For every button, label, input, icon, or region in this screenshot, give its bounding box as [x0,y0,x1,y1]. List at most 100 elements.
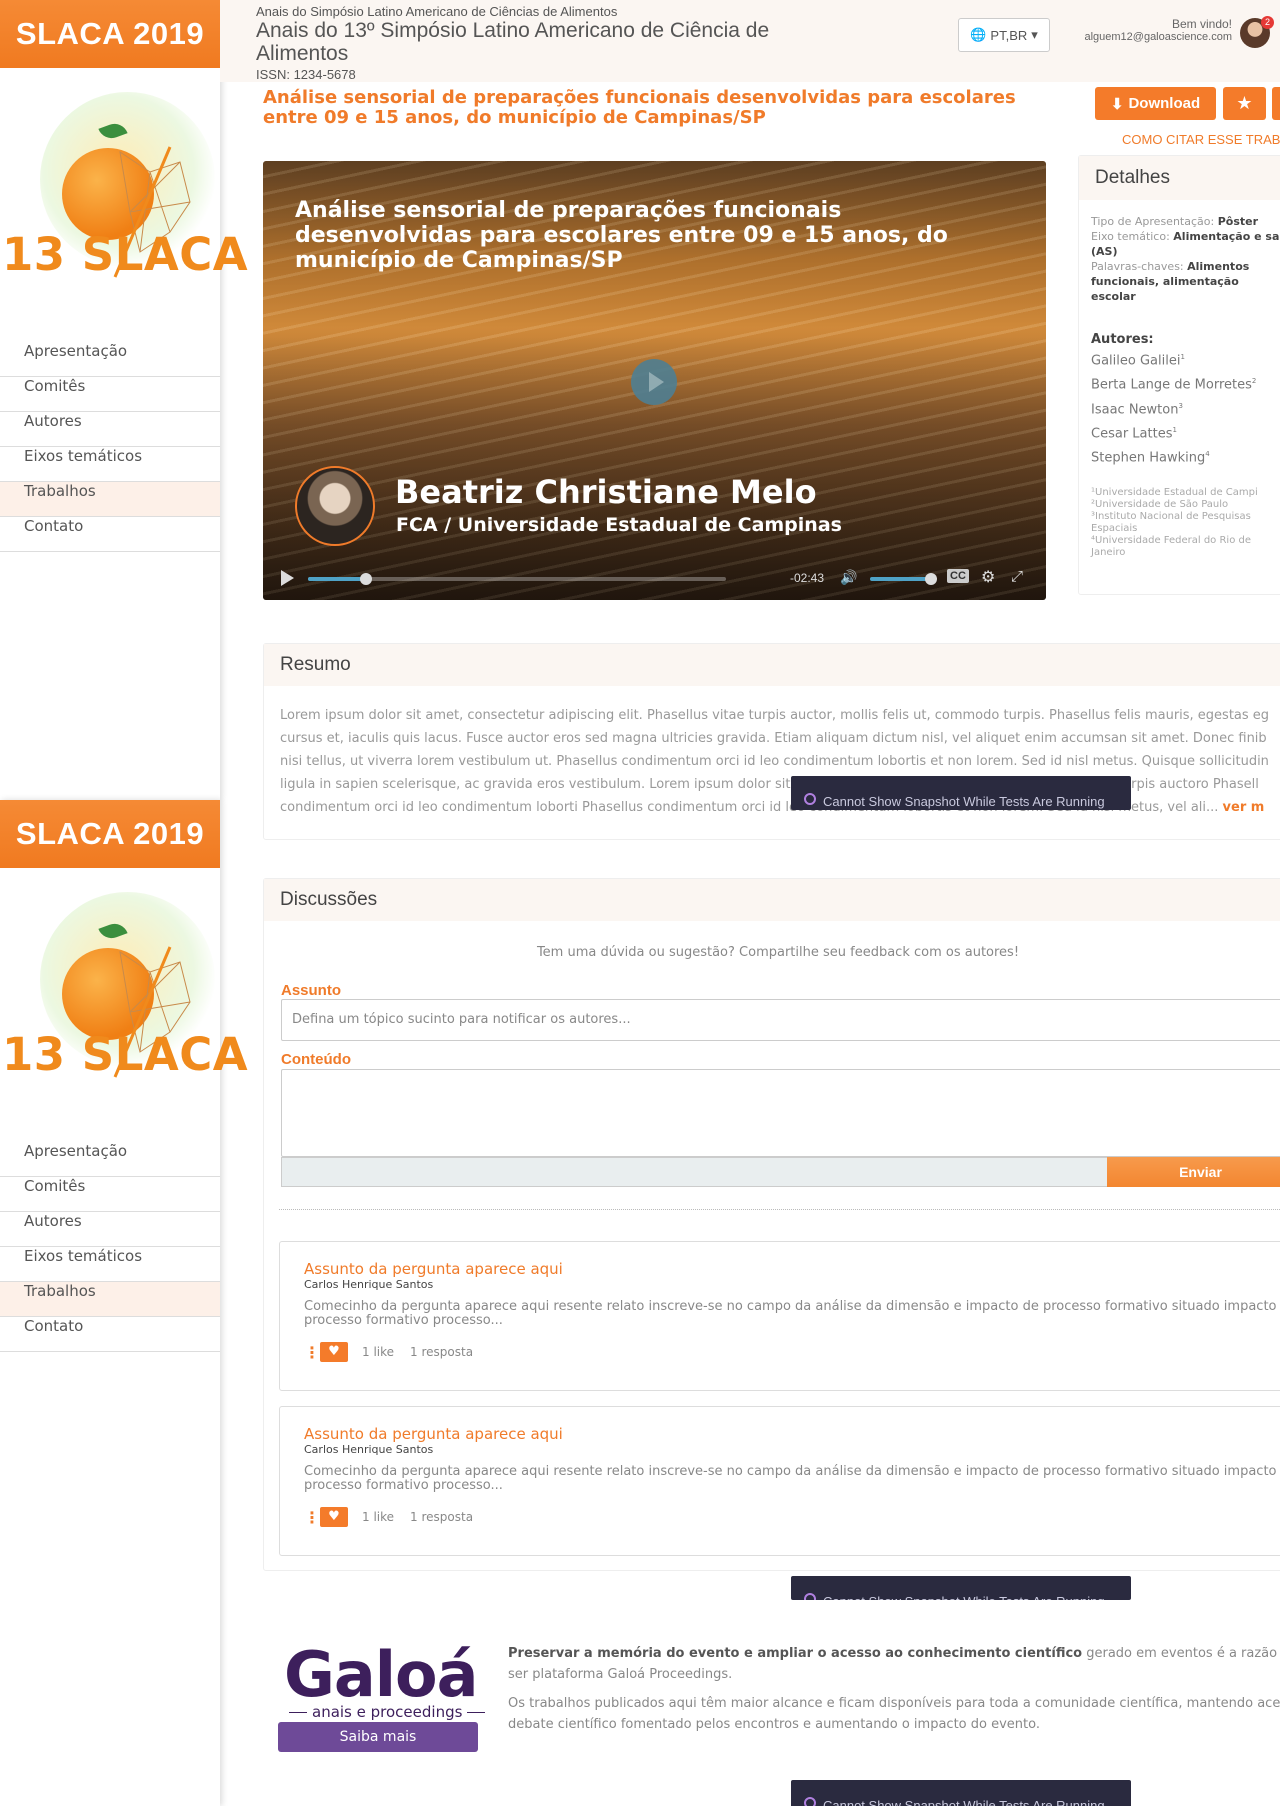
author-item[interactable]: Stephen Hawking4 [1091,444,1280,468]
play-icon[interactable] [281,570,294,586]
sidebar-item-contato[interactable]: Contato [0,517,220,552]
sidebar-event-label: SLACA 2019 [0,800,220,868]
sidebar-item-contato[interactable]: Contato [0,1317,220,1352]
notification-badge[interactable]: 2 [1261,16,1274,29]
sidebar-item-apresentacao[interactable]: Apresentação [0,342,220,377]
snapshot-notice: Cannot Show Snapshot While Tests Are Run… [791,776,1131,810]
question-title[interactable]: Assunto da pergunta aparece aqui [304,1425,563,1443]
abstract-heading: Resumo [264,644,1280,686]
subject-input[interactable]: Defina um tópico sucinto para notificar … [281,999,1280,1041]
content-textarea[interactable] [281,1069,1280,1157]
presentation-type-value: Pôster [1217,215,1259,228]
keywords-value: Alimentos [1187,260,1250,273]
sidebar-item-eixos[interactable]: Eixos temáticos [0,1247,220,1282]
sidebar-event-label: SLACA 2019 [0,0,220,68]
logo-text: 13 SLACA [2,228,249,281]
question-card[interactable]: Assunto da pergunta aparece aqui Carlos … [279,1241,1280,1391]
discussions-intro: Tem uma dúvida ou sugestão? Compartilhe … [536,945,1020,960]
footer-paragraph: Os trabalhos publicados aqui têm maior a… [508,1696,1280,1732]
author-name: Berta Lange de Morretes [1091,377,1252,393]
sidebar-item-comites[interactable]: Comitês [0,1177,220,1212]
author-ref: 3 [1178,401,1183,410]
captions-button[interactable]: CC [947,569,969,583]
question-title[interactable]: Assunto da pergunta aparece aqui [304,1260,563,1278]
volume-handle[interactable] [925,573,937,585]
video-player[interactable]: Análise sensorial de preparações funcion… [263,161,1046,600]
author-item[interactable]: Cesar Lattes1 [1091,420,1280,444]
details-body: Tipo de Apresentação: Pôster Eixo temáti… [1079,200,1280,559]
author-ref: 1 [1172,425,1177,434]
question-footer: ⋮ ♥ 1 like 1 resposta [304,1507,473,1527]
sidebar-item-comites[interactable]: Comitês [0,377,220,412]
volume-slider[interactable] [870,577,930,581]
proceedings-title[interactable]: Anais do 13º Simpósio Latino Americano d… [256,19,816,65]
question-card[interactable]: Assunto da pergunta aparece aqui Carlos … [279,1406,1280,1556]
abstract-line: cursus et, iaculis quis lacus. Fusce auc… [280,731,1267,746]
institution: ⁴Universidade Federal do Rio de [1091,534,1251,546]
heart-icon[interactable]: ♥ [320,1342,348,1362]
footer-highlight: Preservar a memória do evento e ampliar … [508,1646,1083,1661]
more-actions-button[interactable] [1272,87,1280,120]
cite-link[interactable]: COMO CITAR ESSE TRAB [1122,132,1280,147]
discussions-heading: Discussões [264,879,1280,921]
play-overlay-icon[interactable] [631,359,677,405]
snapshot-notice: Cannot Show Snapshot While Tests Are Run… [791,1576,1131,1600]
presentation-type: Tipo de Apresentação: Pôster [1091,214,1280,229]
seek-bar[interactable] [308,573,726,585]
sidebar-item-trabalhos[interactable]: Trabalhos [0,482,220,517]
sidebar-menu: Apresentação Comitês Autores Eixos temát… [0,342,220,552]
institution: ¹Universidade Estadual de Campi [1091,486,1258,498]
event-logo[interactable]: 13 SLACA [0,868,248,1104]
institution: Janeiro [1091,546,1126,558]
globe-icon: 🌐 [970,27,987,42]
sidebar-menu: Apresentação Comitês Autores Eixos temát… [0,1142,220,1352]
axis-value: Alimentação e sa [1173,230,1280,243]
sidebar-repeat: SLACA 2019 13 SLACA Apresentação Comitês… [0,800,248,1806]
star-icon: ★ [1236,93,1253,114]
send-button[interactable]: Enviar [1107,1157,1280,1187]
kebab-menu-icon[interactable]: ⋮ [304,1508,320,1527]
event-logo[interactable]: 13 SLACA [0,68,248,304]
like-count: 1 like [362,1345,395,1359]
author-item[interactable]: Berta Lange de Morretes2 [1091,371,1280,395]
author-name: Stephen Hawking [1091,450,1206,466]
gear-icon[interactable]: ⚙ [981,567,995,586]
seek-handle[interactable] [360,573,372,585]
axis-value-cont: (AS) [1091,245,1118,258]
fullscreen-icon[interactable]: ⤢ [1011,567,1023,585]
reply-count[interactable]: 1 resposta [410,1345,473,1359]
download-button[interactable]: ⬇ Download [1095,87,1216,120]
video-title: Análise sensorial de preparações funcion… [295,198,948,273]
volume-icon[interactable]: 🔊 [840,570,857,586]
institution: ³Instituto Nacional de Pesquisas [1091,510,1251,522]
heart-icon[interactable]: ♥ [320,1507,348,1527]
user-menu[interactable]: Bem vindo! alguem12@galoascience.com [1084,18,1232,44]
question-footer: ⋮ ♥ 1 like 1 resposta [304,1342,473,1362]
video-controls: -02:43 🔊 CC ⚙ ⤢ [263,556,1046,600]
presentation-type-label: Tipo de Apresentação: [1091,215,1215,228]
favorite-button[interactable]: ★ [1223,87,1266,120]
sidebar: SLACA 2019 13 SLACA Apresentação Comitês… [0,0,248,800]
reply-count[interactable]: 1 resposta [410,1510,473,1524]
saiba-mais-button[interactable]: Saiba mais [278,1722,478,1752]
speaker-affiliation: FCA / Universidade Estadual de Campinas [396,514,842,536]
logo-text: 13 SLACA [2,1028,249,1081]
welcome-text: Bem vindo! [1171,17,1232,31]
subject-label: Assunto [281,982,341,999]
authors-heading: Autores: [1091,332,1154,347]
footer-text: Preservar a memória do evento e ampliar … [508,1643,1280,1743]
kebab-menu-icon[interactable]: ⋮ [304,1343,320,1362]
author-item[interactable]: Galileo Galilei1 [1091,347,1280,371]
sidebar-item-apresentacao[interactable]: Apresentação [0,1142,220,1177]
sidebar-item-autores[interactable]: Autores [0,412,220,447]
author-ref: 2 [1251,377,1257,386]
author-item[interactable]: Isaac Newton3 [1091,396,1280,420]
discussions-panel: Discussões Tem uma dúvida ou sugestão? C… [263,878,1280,1571]
sidebar-item-autores[interactable]: Autores [0,1212,220,1247]
speaker-name: Beatriz Christiane Melo [395,473,817,511]
language-select[interactable]: 🌐 PT,BR ▾ [958,18,1050,52]
abstract-line: nisi tellus, ut viverra lorem vestibulum… [280,754,1269,769]
sidebar-item-trabalhos[interactable]: Trabalhos [0,1282,220,1317]
read-more-link[interactable]: ver m [1223,800,1265,815]
sidebar-item-eixos[interactable]: Eixos temáticos [0,447,220,482]
